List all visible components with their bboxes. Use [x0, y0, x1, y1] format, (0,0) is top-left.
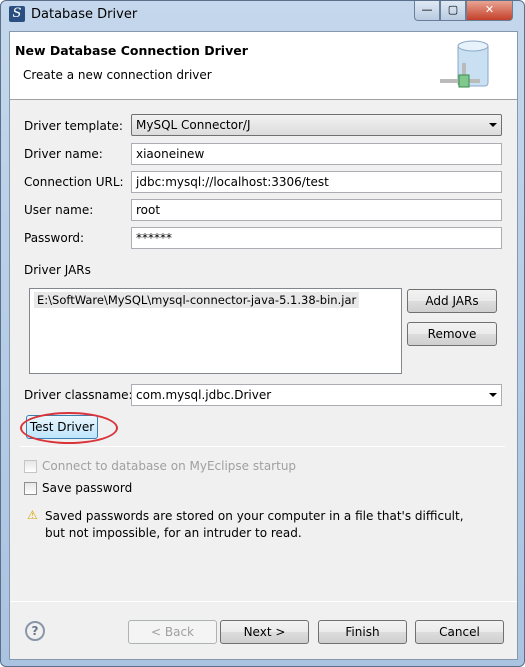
password-label: Password: — [24, 231, 85, 245]
connect-startup-label: Connect to database on MyEclipse startup — [42, 459, 297, 473]
warning-icon: ⚠ — [27, 508, 38, 522]
driver-template-value: MySQL Connector/J — [136, 118, 251, 132]
jar-list-item[interactable]: E:\SoftWare\MySQL\mysql-connector-java-5… — [34, 292, 360, 308]
save-password-label: Save password — [42, 481, 133, 495]
cancel-button[interactable]: Cancel — [415, 620, 504, 644]
password-input[interactable]: ****** — [131, 227, 502, 249]
page-subtitle: Create a new connection driver — [23, 68, 212, 82]
dialog-body: New Database Connection Driver Create a … — [9, 31, 518, 660]
save-password-checkbox[interactable] — [24, 482, 37, 495]
finish-button[interactable]: Finish — [318, 620, 407, 644]
next-button[interactable]: Next > — [220, 620, 309, 644]
driver-classname-combo[interactable]: com.mysql.jdbc.Driver — [131, 384, 502, 406]
connection-url-input[interactable]: jdbc:mysql://localhost:3306/test — [131, 171, 502, 193]
page-title: New Database Connection Driver — [15, 43, 248, 58]
minimize-button[interactable]: — — [414, 1, 440, 21]
driver-template-select[interactable]: MySQL Connector/J — [131, 114, 502, 136]
chevron-down-icon — [489, 393, 497, 397]
driver-template-label: Driver template: — [24, 119, 123, 133]
user-name-label: User name: — [24, 203, 94, 217]
window-title: Database Driver — [31, 7, 138, 22]
connection-url-label: Connection URL: — [24, 175, 124, 189]
highlight-circle — [20, 412, 118, 444]
driver-classname-value: com.mysql.jdbc.Driver — [136, 388, 272, 402]
warning-text: Saved passwords are stored on your compu… — [45, 509, 464, 540]
divider — [20, 446, 505, 447]
driver-name-label: Driver name: — [24, 147, 103, 161]
driver-name-input[interactable]: xiaoneinew — [131, 143, 502, 165]
chevron-down-icon — [489, 123, 497, 127]
database-connection-icon — [440, 40, 489, 88]
connect-startup-checkbox[interactable] — [24, 460, 37, 473]
driver-jars-list[interactable]: E:\SoftWare\MySQL\mysql-connector-java-5… — [29, 288, 402, 374]
footer-divider — [10, 601, 517, 602]
wizard-header: New Database Connection Driver Create a … — [10, 32, 517, 100]
remove-button[interactable]: Remove — [407, 322, 497, 346]
app-icon: S — [9, 6, 25, 22]
maximize-button[interactable]: ▢ — [440, 1, 466, 21]
add-jars-button[interactable]: Add JARs — [407, 289, 497, 313]
driver-jars-label: Driver JARs — [24, 263, 91, 277]
back-button[interactable]: < Back — [128, 620, 217, 644]
dialog-window: S Database Driver — ▢ ✕ New Database Con… — [0, 0, 525, 667]
help-icon[interactable]: ? — [25, 621, 45, 641]
user-name-input[interactable]: root — [131, 199, 502, 221]
close-button[interactable]: ✕ — [466, 1, 513, 21]
driver-classname-label: Driver classname: — [24, 388, 133, 402]
